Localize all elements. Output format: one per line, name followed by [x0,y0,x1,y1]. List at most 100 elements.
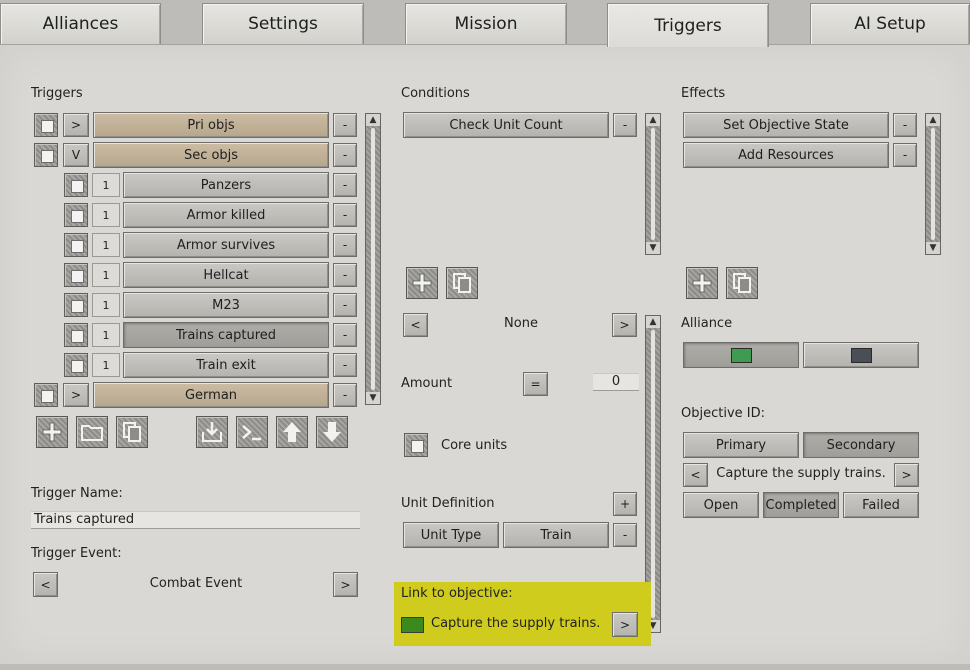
amount-input[interactable]: 0 [593,373,639,391]
add-trigger-button[interactable] [36,416,68,448]
import-trigger-button[interactable] [196,416,228,448]
remove-trigger-button[interactable]: - [333,293,357,317]
triggers-scrollbar[interactable]: ▲ ▼ [365,113,381,405]
objective-primary-button[interactable]: Primary [683,432,799,458]
effects-heading: Effects [681,86,726,101]
trigger-item-m23[interactable]: M23 [123,292,329,318]
remove-effect-button[interactable]: - [893,143,917,167]
trigger-item-armor-survives[interactable]: Armor survives [123,232,329,258]
trigger-checkbox[interactable] [64,353,88,377]
trigger-checkbox[interactable] [64,293,88,317]
copy-effect-button[interactable] [726,267,758,299]
remove-unit-definition-button[interactable]: - [613,523,637,547]
effect-item-set-objective-state[interactable]: Set Objective State [683,112,889,138]
scroll-down-icon[interactable]: ▼ [646,242,660,254]
trigger-checkbox[interactable] [34,143,58,167]
trigger-name-label: Trigger Name: [31,486,123,501]
alliance-color-swatch [850,347,872,363]
remove-trigger-button[interactable]: - [333,383,357,407]
trigger-checkbox[interactable] [64,233,88,257]
trigger-item-german[interactable]: German [93,382,329,408]
trigger-event-label: Trigger Event: [31,546,122,561]
remove-trigger-button[interactable]: - [333,143,357,167]
trigger-checkbox[interactable] [64,173,88,197]
move-down-button[interactable] [316,416,348,448]
link-objective-next-button[interactable]: > [612,612,638,637]
state-open-button[interactable]: Open [683,492,759,518]
remove-effect-button[interactable]: - [893,113,917,137]
objective-value: Capture the supply trains. [716,466,886,481]
objective-next-button[interactable]: > [894,463,919,487]
expand-toggle[interactable]: > [63,383,89,407]
conditions-scrollbar[interactable]: ▲ ▼ [645,113,661,255]
scroll-up-icon[interactable]: ▲ [646,114,660,126]
script-button[interactable] [236,416,268,448]
scroll-down-icon[interactable]: ▼ [366,392,380,404]
trigger-item-hellcat[interactable]: Hellcat [123,262,329,288]
remove-trigger-button[interactable]: - [333,323,357,347]
alliance-label: Alliance [681,316,733,331]
add-condition-button[interactable] [406,267,438,299]
objective-secondary-button[interactable]: Secondary [803,432,919,458]
folder-icon [81,425,103,441]
expand-toggle[interactable]: V [63,143,89,167]
unit-type-button[interactable]: Unit Type [403,522,499,548]
trigger-count: 1 [92,263,120,287]
trigger-name-input[interactable]: Trains captured [31,511,360,529]
add-folder-button[interactable] [76,416,108,448]
alliance-button-1[interactable] [683,342,799,368]
remove-trigger-button[interactable]: - [333,263,357,287]
copy-condition-button[interactable] [446,267,478,299]
state-failed-button[interactable]: Failed [843,492,919,518]
move-up-button[interactable] [276,416,308,448]
trigger-item-sec-objs[interactable]: Sec objs [93,142,329,168]
operator-button[interactable]: = [523,372,548,396]
copy-icon [453,273,471,293]
event-next-button[interactable]: > [333,572,358,597]
plus-icon [692,273,712,293]
remove-trigger-button[interactable]: - [333,113,357,137]
trigger-item-armor-killed[interactable]: Armor killed [123,202,329,228]
expand-toggle[interactable]: > [63,113,89,137]
add-effect-button[interactable] [686,267,718,299]
remove-trigger-button[interactable]: - [333,203,357,227]
trigger-checkbox[interactable] [64,263,88,287]
scroll-up-icon[interactable]: ▲ [926,114,940,126]
scroll-up-icon[interactable]: ▲ [366,114,380,126]
trigger-item-trains-captured[interactable]: Trains captured [123,322,329,348]
condition-next-button[interactable]: > [612,313,637,337]
trigger-item-panzers[interactable]: Panzers [123,172,329,198]
objective-prev-button[interactable]: < [683,463,708,487]
copy-trigger-button[interactable] [116,416,148,448]
effects-scrollbar[interactable]: ▲ ▼ [925,113,941,255]
state-completed-button[interactable]: Completed [763,492,839,518]
condition-item-check-unit-count[interactable]: Check Unit Count [403,112,609,138]
copy-icon [733,273,751,293]
trigger-item-pri-objs[interactable]: Pri objs [93,112,329,138]
tab-ai-setup[interactable]: AI Setup [810,3,970,44]
remove-trigger-button[interactable]: - [333,233,357,257]
event-prev-button[interactable]: < [33,572,58,597]
trigger-item-train-exit[interactable]: Train exit [123,352,329,378]
tab-triggers[interactable]: Triggers [607,3,769,47]
remove-trigger-button[interactable]: - [333,173,357,197]
alliance-button-2[interactable] [803,342,919,368]
trigger-checkbox[interactable] [34,383,58,407]
tab-mission[interactable]: Mission [405,3,567,44]
unit-type-value-button[interactable]: Train [503,522,609,548]
scroll-track [651,128,655,240]
scroll-up-icon[interactable]: ▲ [646,316,660,328]
core-units-checkbox[interactable] [404,433,428,457]
tab-settings[interactable]: Settings [202,3,364,44]
effect-item-add-resources[interactable]: Add Resources [683,142,889,168]
trigger-count: 1 [92,203,120,227]
condition-prev-button[interactable]: < [403,313,428,337]
scroll-down-icon[interactable]: ▼ [926,242,940,254]
remove-trigger-button[interactable]: - [333,353,357,377]
remove-condition-button[interactable]: - [613,113,637,137]
tab-alliances[interactable]: Alliances [0,3,161,44]
trigger-checkbox[interactable] [34,113,58,137]
trigger-checkbox[interactable] [64,203,88,227]
trigger-checkbox[interactable] [64,323,88,347]
add-unit-definition-button[interactable]: + [613,492,637,516]
